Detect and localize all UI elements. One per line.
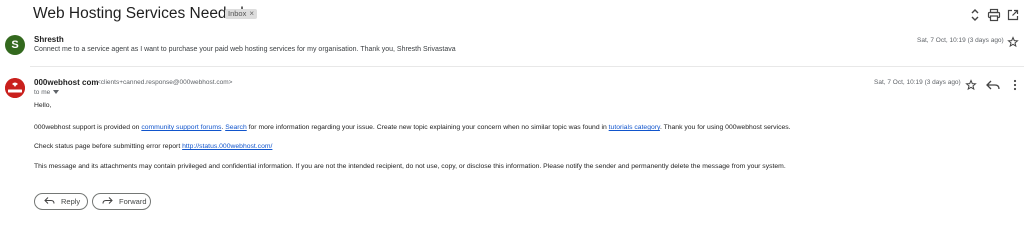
search-link[interactable]: Search <box>225 124 247 131</box>
sender-email: <clients+canned.response@000webhost.com> <box>97 79 233 86</box>
body-paragraph-status: Check status page before submitting erro… <box>34 143 273 150</box>
body-paragraph-disclaimer: This message and its attachments may con… <box>34 163 786 170</box>
message-date: Sat, 7 Oct, 10:19 (3 days ago) <box>917 37 1004 44</box>
reply-button[interactable]: Reply <box>34 193 88 210</box>
chevron-down-icon[interactable] <box>53 89 60 96</box>
avatar <box>5 78 25 98</box>
star-icon[interactable] <box>1007 35 1019 48</box>
reply-icon[interactable] <box>986 78 1000 90</box>
message-snippet[interactable]: Connect me to a service agent as I want … <box>34 46 456 53</box>
print-icon[interactable] <box>986 7 1002 23</box>
sender-name[interactable]: Shresth <box>34 35 64 44</box>
forward-button[interactable]: Forward <box>92 193 151 210</box>
more-options-icon[interactable] <box>1012 78 1018 91</box>
forward-icon <box>102 196 113 207</box>
body-paragraph-support: 000webhost support is provided on commun… <box>34 124 791 131</box>
status-page-link[interactable]: http://status.000webhost.com/ <box>182 143 272 150</box>
open-new-window-icon[interactable] <box>1005 7 1021 23</box>
email-subject: Web Hosting Services Needed <box>33 5 244 22</box>
body-greeting: Hello, <box>34 102 52 109</box>
avatar: S <box>5 35 25 55</box>
tutorials-category-link[interactable]: tutorials category <box>609 124 660 131</box>
unfold-icon[interactable] <box>967 7 983 23</box>
message-divider <box>30 66 1024 67</box>
recipient-label: to me <box>34 89 51 96</box>
forward-label: Forward <box>119 197 147 206</box>
inbox-label-chip[interactable]: Inbox × <box>225 9 258 19</box>
message-date: Sat, 7 Oct, 10:19 (3 days ago) <box>874 79 961 86</box>
community-forums-link[interactable]: community support forums <box>141 124 221 131</box>
star-icon[interactable] <box>965 78 977 91</box>
remove-label-icon[interactable]: × <box>249 9 254 19</box>
reply-icon <box>44 196 55 207</box>
sender-name[interactable]: 000webhost com <box>34 78 98 87</box>
recipient-details[interactable]: to me <box>34 89 60 96</box>
reply-label: Reply <box>61 197 81 206</box>
inbox-label-text: Inbox <box>228 9 247 18</box>
